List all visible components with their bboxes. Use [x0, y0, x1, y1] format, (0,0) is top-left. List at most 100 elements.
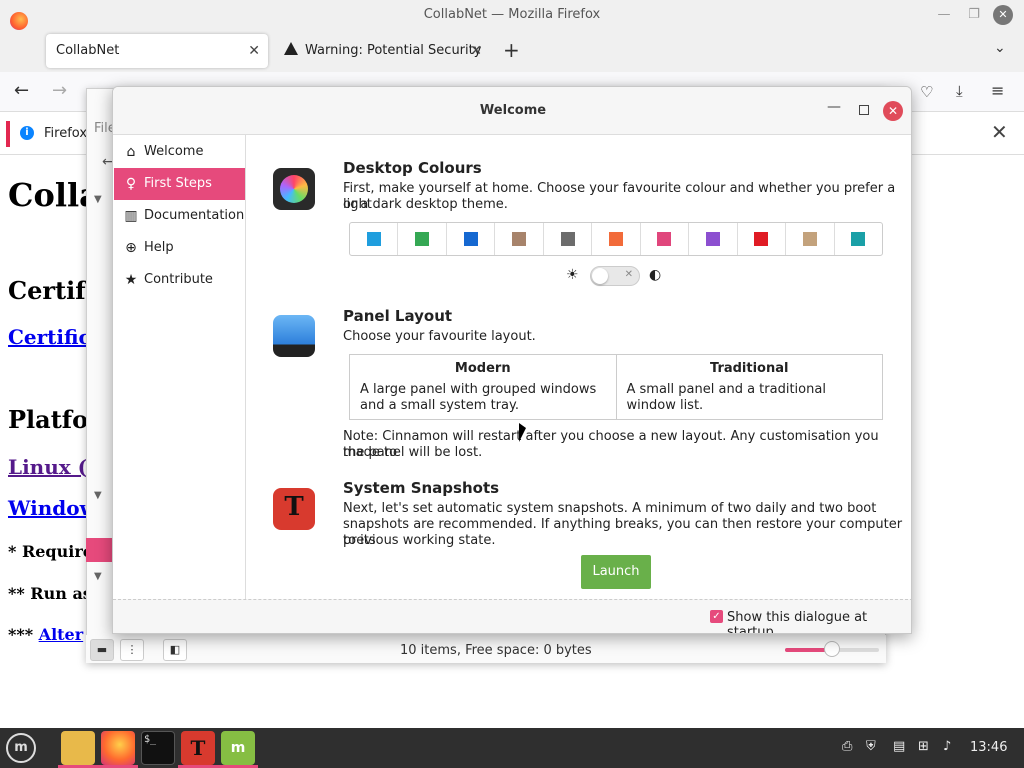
mouse-cursor — [519, 423, 526, 442]
download-icon[interactable]: ⤓ — [956, 82, 963, 100]
sidebar-item-label: First Steps — [144, 176, 212, 191]
sidebar-item-label: Documentation — [144, 208, 245, 223]
swatch-color — [851, 232, 866, 246]
sidebar-item-help[interactable]: ⊕ Help — [114, 232, 245, 264]
maximize-icon[interactable]: ❐ — [962, 0, 986, 30]
colour-swatch-2[interactable] — [398, 223, 447, 255]
tab-label: Warning: Potential Security — [305, 43, 482, 58]
new-tab-icon[interactable]: + — [503, 38, 520, 62]
maximize-icon[interactable] — [859, 105, 869, 115]
heading-platform: Platfo — [8, 405, 89, 434]
tab-close-icon[interactable]: ✕ — [470, 34, 482, 68]
link-alternate[interactable]: Alter — [39, 625, 84, 644]
layout-option-modern[interactable]: Modern A large panel with grouped window… — [350, 355, 617, 419]
palette-icon — [273, 168, 315, 210]
sidebar-item-welcome[interactable]: ⌂ Welcome — [114, 136, 245, 168]
layout-text: Choose your favourite layout. — [343, 329, 536, 344]
sidebar-item-documentation[interactable]: ▥ Documentation — [114, 200, 245, 232]
sidebar-item-contribute[interactable]: ★ Contribute — [114, 264, 245, 296]
toggle-knob — [592, 268, 608, 284]
lightbulb-icon: ♀ — [125, 176, 137, 192]
colour-swatch-10[interactable] — [786, 223, 835, 255]
link-certificate[interactable]: Certific — [8, 325, 91, 349]
dark-theme-toggle[interactable]: ✕ — [590, 266, 640, 286]
tab-collabnet[interactable]: CollabNet ✕ — [46, 34, 268, 68]
star-icon: ★ — [124, 272, 138, 288]
layout-modern-title: Modern — [454, 361, 511, 376]
dialog-sidebar: ⌂ Welcome ♀ First Steps ▥ Documentation … — [113, 135, 246, 599]
notes-icon[interactable]: ▤ — [893, 739, 905, 754]
colour-swatch-6[interactable] — [592, 223, 641, 255]
status-text: 10 items, Free space: 0 bytes — [400, 643, 592, 658]
expander-icon[interactable]: ▼ — [94, 194, 102, 205]
colour-swatch-3[interactable] — [447, 223, 496, 255]
swatch-color — [366, 232, 381, 246]
swatch-color — [705, 232, 720, 246]
firefox-app-icon[interactable] — [101, 731, 135, 765]
heading-certificates: Certif — [8, 276, 86, 305]
timeshift-app-icon[interactable]: T — [181, 731, 215, 765]
back-icon[interactable]: ← — [14, 80, 29, 101]
panel-layout-icon — [273, 315, 315, 357]
notification-text: Firefox — [44, 126, 88, 141]
colour-swatch-8[interactable] — [689, 223, 738, 255]
layout-chooser: Modern A large panel with grouped window… — [349, 354, 883, 420]
welcome-dialog: Welcome — ✕ ⌂ Welcome ♀ First Steps ▥ Do… — [112, 86, 912, 634]
mint-menu-icon[interactable]: m — [6, 733, 36, 763]
tree-view-icon[interactable]: ⋮ — [120, 639, 144, 661]
shield-icon[interactable]: ⛨ — [866, 739, 876, 754]
note-required: * Require — [8, 542, 93, 561]
warning-icon — [284, 42, 298, 55]
minimize-icon[interactable]: — — [827, 99, 841, 115]
startup-checkbox[interactable]: ✓ — [710, 610, 723, 623]
sidebar-item-first-steps[interactable]: ♀ First Steps — [114, 168, 245, 200]
colour-swatch-7[interactable] — [641, 223, 690, 255]
menu-icon[interactable]: ≡ — [991, 81, 1004, 100]
colour-swatch-4[interactable] — [495, 223, 544, 255]
firefox-logo-icon[interactable] — [10, 12, 28, 30]
snapshots-text-1: Next, let's set automatic system snapsho… — [343, 501, 877, 516]
swatch-color — [415, 232, 430, 246]
tab-security-warning[interactable]: Warning: Potential Security ✕ — [274, 34, 490, 68]
home-icon: ⌂ — [126, 144, 136, 160]
chevron-down-icon[interactable]: ⌄ — [994, 40, 1006, 56]
selected-place[interactable] — [86, 538, 112, 562]
clock[interactable]: 13:46 — [970, 740, 1007, 755]
volume-icon[interactable]: ♪ — [943, 739, 951, 754]
layout-option-traditional[interactable]: Traditional A small panel and a traditio… — [617, 355, 883, 419]
files-app-icon[interactable] — [61, 731, 95, 765]
network-icon[interactable]: ⊞ — [918, 739, 929, 754]
terminal-app-icon[interactable]: $_ — [141, 731, 175, 765]
minimize-icon[interactable]: — — [932, 0, 956, 30]
sidebar-toggle-icon[interactable]: ◧ — [163, 639, 187, 661]
link-windows[interactable]: Window — [8, 496, 97, 520]
layout-note-2: the panel will be lost. — [343, 445, 483, 460]
startup-checkbox-label[interactable]: Show this dialogue at startup — [727, 610, 911, 633]
pocket-icon[interactable]: ♡ — [920, 83, 933, 101]
close-icon[interactable]: ✕ — [993, 5, 1013, 25]
folder-view-icon[interactable]: ▬ — [90, 639, 114, 661]
colour-swatch-1[interactable] — [350, 223, 399, 255]
zoom-slider-knob[interactable] — [824, 641, 840, 657]
layout-traditional-desc: A small panel and a traditional window l… — [626, 382, 826, 413]
close-icon[interactable]: ✕ — [883, 101, 903, 121]
expander-icon[interactable]: ▼ — [94, 490, 102, 501]
tab-label: CollabNet — [56, 43, 120, 58]
clipboard-icon[interactable]: ⎙ — [842, 739, 852, 754]
forward-icon[interactable]: → — [52, 80, 67, 101]
link-linux[interactable]: Linux (s — [8, 455, 98, 479]
sidebar-item-label: Contribute — [144, 272, 213, 287]
notification-close-icon[interactable]: ✕ — [991, 120, 1008, 144]
lifebuoy-icon: ⊕ — [125, 240, 137, 256]
swatch-color — [560, 232, 575, 246]
launch-button[interactable]: Launch — [581, 555, 651, 589]
colour-swatch-5[interactable] — [544, 223, 593, 255]
tab-close-icon[interactable]: ✕ — [248, 34, 260, 68]
swatch-color — [512, 232, 527, 246]
notification-accent — [6, 121, 10, 147]
colour-swatch-11[interactable] — [835, 223, 882, 255]
welcome-app-icon[interactable]: m — [221, 731, 255, 765]
window-title: CollabNet — Mozilla Firefox — [0, 0, 1024, 30]
colour-swatch-9[interactable] — [738, 223, 787, 255]
expander-icon[interactable]: ▼ — [94, 571, 102, 582]
